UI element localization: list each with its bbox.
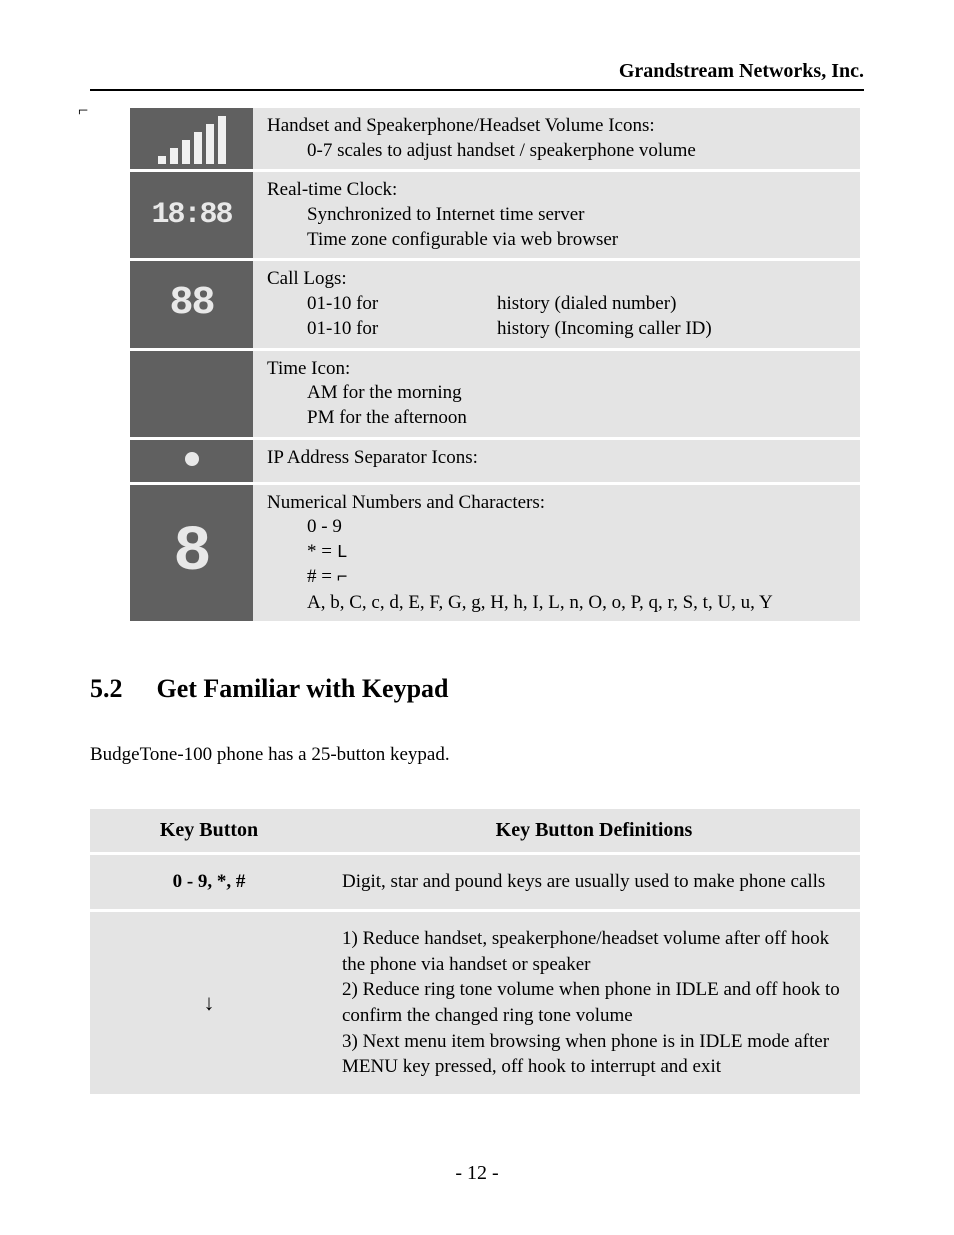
header-rule <box>90 89 864 91</box>
row-star: * = L <box>307 540 850 565</box>
hist-b: history (Incoming caller ID) <box>497 317 850 342</box>
row-title: Handset and Speakerphone/Headset Volume … <box>267 114 850 139</box>
section-number: 5.2 <box>90 674 150 704</box>
call-log-icon: 88 <box>134 284 249 324</box>
icon-description-table: Handset and Speakerphone/Headset Volume … <box>130 105 860 624</box>
key-button-cell: 0 - 9, *, # <box>90 855 328 909</box>
key-table-header-row: Key Button Key Button Definitions <box>90 809 860 852</box>
page-number: - 12 - <box>0 1162 954 1185</box>
section-title: Get Familiar with Keypad <box>157 674 449 703</box>
icon-row-volume: Handset and Speakerphone/Headset Volume … <box>130 108 860 169</box>
icon-row-call-logs: 88 Call Logs: 01-10 for history (dialed … <box>130 261 860 347</box>
col-header-key: Key Button <box>90 809 328 852</box>
row-chars: A, b, C, c, d, E, F, G, g, H, h, I, L, n… <box>307 591 850 616</box>
key-table-row: ↓ 1) Reduce handset, speakerphone/headse… <box>90 912 860 1094</box>
row-line: 0 - 9 <box>307 515 850 540</box>
range-a: 01-10 for <box>307 292 497 317</box>
key-table-row: 0 - 9, *, # Digit, star and pound keys a… <box>90 855 860 909</box>
row-line: Time zone configurable via web browser <box>307 228 850 253</box>
icon-row-clock: 18:88 Real-time Clock: Synchronized to I… <box>130 172 860 258</box>
row-title: IP Address Separator Icons: <box>267 446 850 471</box>
icon-row-ip-separator: IP Address Separator Icons: <box>130 440 860 482</box>
volume-bars-icon <box>134 114 249 164</box>
icon-row-numeric: 8 Numerical Numbers and Characters: 0 - … <box>130 485 860 622</box>
row-line: 0-7 scales to adjust handset / speakerph… <box>307 139 850 164</box>
row-line: AM for the morning <box>307 381 850 406</box>
row-line: PM for the afternoon <box>307 406 850 431</box>
page-header-company: Grandstream Networks, Inc. <box>90 60 864 89</box>
crop-mark: ⌐ <box>78 100 88 121</box>
ip-separator-icon <box>185 452 199 466</box>
clock-icon: 18:88 <box>134 200 249 230</box>
section-heading: 5.2 Get Familiar with Keypad <box>90 674 864 704</box>
key-button-table: Key Button Key Button Definitions 0 - 9,… <box>90 806 860 1096</box>
numeric-char-icon: 8 <box>134 521 249 585</box>
row-title: Numerical Numbers and Characters: <box>267 491 850 516</box>
time-icon <box>130 351 253 437</box>
row-title: Time Icon: <box>267 357 850 382</box>
row-title: Real-time Clock: <box>267 178 850 203</box>
row-hash: # = ⌐ <box>307 565 850 590</box>
icon-row-time: Time Icon: AM for the morning PM for the… <box>130 351 860 437</box>
key-def-cell: Digit, star and pound keys are usually u… <box>328 855 860 909</box>
section-intro: BudgeTone-100 phone has a 25-button keyp… <box>90 744 864 766</box>
hist-a: history (dialed number) <box>497 292 850 317</box>
range-b: 01-10 for <box>307 317 497 342</box>
key-def-cell: 1) Reduce handset, speakerphone/headset … <box>328 912 860 1094</box>
row-line: Synchronized to Internet time server <box>307 203 850 228</box>
page: Grandstream Networks, Inc. ⌐ Handset and… <box>0 0 954 1235</box>
row-title: Call Logs: <box>267 267 850 292</box>
col-header-def: Key Button Definitions <box>328 809 860 852</box>
key-button-cell: ↓ <box>90 912 328 1094</box>
